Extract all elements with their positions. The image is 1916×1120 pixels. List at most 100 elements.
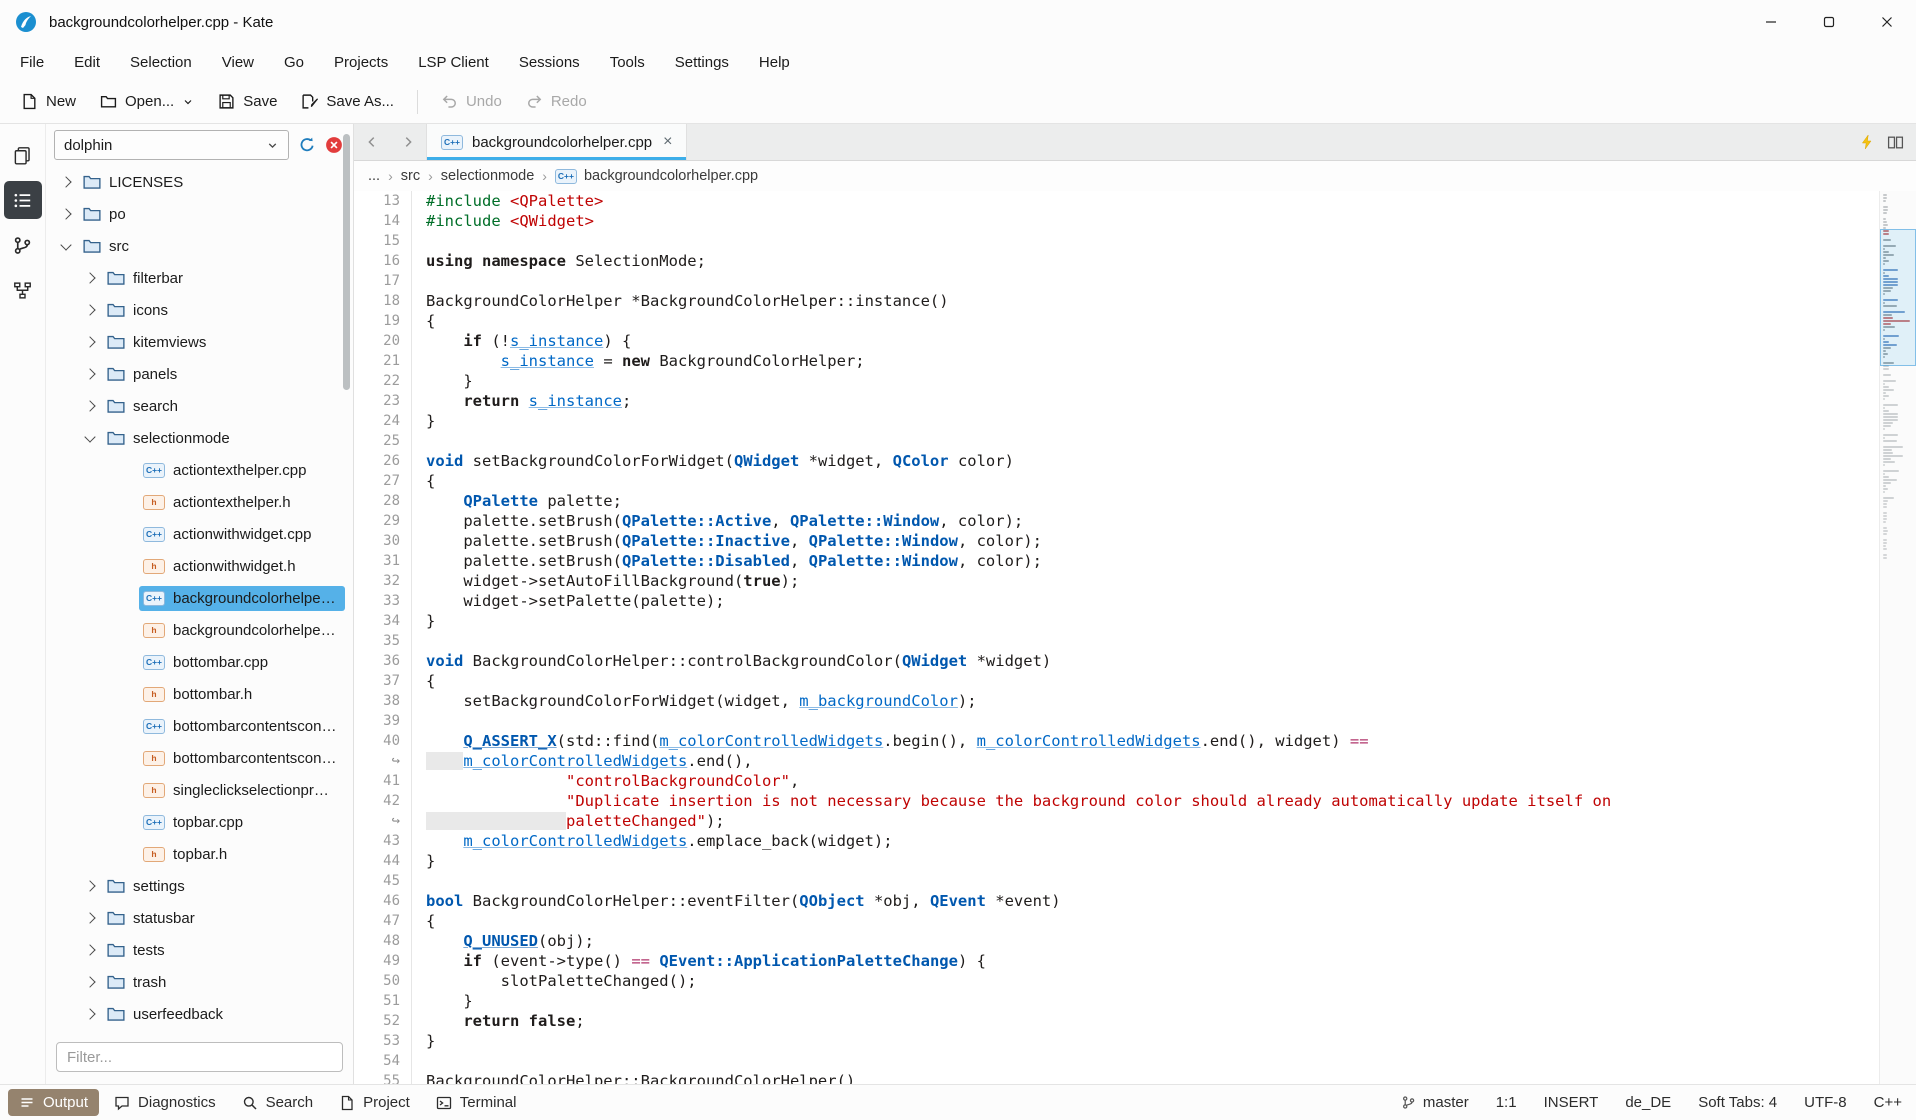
code-line[interactable]: 41 "controlBackgroundColor", [354,771,1879,791]
code-line[interactable]: 16using namespace SelectionMode; [354,251,1879,271]
tree-item[interactable]: userfeedback [46,998,353,1030]
menu-sessions[interactable]: Sessions [519,54,580,71]
code-line[interactable]: 48 Q_UNUSED(obj); [354,931,1879,951]
menu-help[interactable]: Help [759,54,790,71]
code-line[interactable]: 22 } [354,371,1879,391]
code-line[interactable]: 14#include <QWidget> [354,211,1879,231]
code-line[interactable]: 23 return s_instance; [354,391,1879,411]
code-line[interactable]: 18BackgroundColorHelper *BackgroundColor… [354,291,1879,311]
statusbar-terminal-button[interactable]: Terminal [425,1089,528,1116]
tree-item[interactable]: selectionmode [46,422,353,454]
code-line[interactable]: 29 palette.setBrush(QPalette::Active, QP… [354,511,1879,531]
tree-item[interactable]: htopbar.h [46,838,353,870]
redo-button[interactable]: Redo [515,87,598,116]
sidebar-button-symbol-outline[interactable] [4,271,42,309]
tree-item[interactable]: hactionwithwidget.h [46,550,353,582]
code-line[interactable]: 45 [354,871,1879,891]
tree-item[interactable]: tests [46,934,353,966]
menu-projects[interactable]: Projects [334,54,388,71]
tree-item[interactable]: hbackgroundcolorhelper.h [46,614,353,646]
tree-item[interactable]: C++bottombarcontentscont... [46,710,353,742]
code-line[interactable]: 49 if (event->type() == QEvent::Applicat… [354,951,1879,971]
menu-edit[interactable]: Edit [74,54,100,71]
breadcrumb-item[interactable]: C++backgroundcolorhelper.cpp [555,168,758,184]
code-line[interactable]: 32 widget->setAutoFillBackground(true); [354,571,1879,591]
menu-file[interactable]: File [20,54,44,71]
code-line[interactable]: 37{ [354,671,1879,691]
tree-item[interactable]: LICENSES [46,166,353,198]
sidebar-button-documents[interactable] [4,136,42,174]
sidebar-button-git[interactable] [4,226,42,264]
tree-item[interactable]: C++bottombar.cpp [46,646,353,678]
close-project-button[interactable] [325,136,343,154]
statusbar-encoding[interactable]: UTF-8 [1804,1094,1847,1111]
tree-item[interactable]: statusbar [46,902,353,934]
statusbar-cursor-position[interactable]: 1:1 [1496,1094,1517,1111]
statusbar-tab-mode[interactable]: Soft Tabs: 4 [1698,1094,1777,1111]
code-line[interactable]: 33 widget->setPalette(palette); [354,591,1879,611]
code-line[interactable]: 26void setBackgroundColorForWidget(QWidg… [354,451,1879,471]
breadcrumb-item[interactable]: selectionmode [441,168,535,184]
tab-backgroundcolorhelper[interactable]: C++ backgroundcolorhelper.cpp × [426,124,687,160]
new-button[interactable]: New [10,87,87,116]
tree-item[interactable]: trash [46,966,353,998]
undo-button[interactable]: Undo [430,87,513,116]
statusbar-syntax-mode[interactable]: C++ [1874,1094,1902,1111]
tree-item[interactable]: settings [46,870,353,902]
code-line[interactable]: 36void BackgroundColorHelper::controlBac… [354,651,1879,671]
code-line[interactable]: 34} [354,611,1879,631]
menu-tools[interactable]: Tools [610,54,645,71]
code-line[interactable]: 46bool BackgroundColorHelper::eventFilte… [354,891,1879,911]
statusbar-output-button[interactable]: Output [8,1089,99,1116]
code-line[interactable]: 42 "Duplicate insertion is not necessary… [354,791,1879,811]
tree-item[interactable]: src [46,230,353,262]
code-line[interactable]: 40 Q_ASSERT_X(std::find(m_colorControlle… [354,731,1879,751]
project-selector-combobox[interactable]: dolphin [54,130,289,160]
statusbar-input-mode[interactable]: INSERT [1544,1094,1599,1111]
code-line[interactable]: 39 [354,711,1879,731]
breadcrumb-item[interactable]: ... [368,168,380,184]
code-line[interactable]: 28 QPalette palette; [354,491,1879,511]
breadcrumb-item[interactable]: src [401,168,420,184]
tree-item[interactable]: search [46,390,353,422]
tree-item[interactable]: filterbar [46,262,353,294]
code-line[interactable]: 24} [354,411,1879,431]
tree-item[interactable]: icons [46,294,353,326]
tree-item[interactable]: C++actionwithwidget.cpp [46,518,353,550]
code-view[interactable]: 13#include <QPalette>14#include <QWidget… [354,191,1879,1084]
code-line[interactable]: 53} [354,1031,1879,1051]
tree-item[interactable]: C++backgroundcolorhelper.c... [46,582,353,614]
code-line[interactable]: 17 [354,271,1879,291]
statusbar-dictionary[interactable]: de_DE [1625,1094,1671,1111]
code-line[interactable]: 21 s_instance = new BackgroundColorHelpe… [354,351,1879,371]
minimize-button[interactable] [1742,0,1800,44]
code-line[interactable]: 51 } [354,991,1879,1011]
code-line[interactable]: 20 if (!s_instance) { [354,331,1879,351]
statusbar-project-button[interactable]: Project [328,1089,421,1116]
code-line[interactable]: 47{ [354,911,1879,931]
code-line[interactable]: 30 palette.setBrush(QPalette::Inactive, … [354,531,1879,551]
tree-scrollbar[interactable] [343,134,350,390]
code-line[interactable]: 50 slotPaletteChanged(); [354,971,1879,991]
tree-item[interactable]: hbottombar.h [46,678,353,710]
reload-project-button[interactable] [298,136,316,154]
save-button[interactable]: Save [207,87,288,116]
close-button[interactable] [1858,0,1916,44]
tree-item[interactable]: panels [46,358,353,390]
split-view-icon[interactable] [1887,134,1904,151]
code-line[interactable]: 43 m_colorControlledWidgets.emplace_back… [354,831,1879,851]
minimap[interactable] [1879,191,1916,1084]
open-button[interactable]: Open... [89,87,205,116]
tree-item[interactable]: C++actiontexthelper.cpp [46,454,353,486]
save-as-button[interactable]: Save As... [290,87,405,116]
code-line[interactable]: 52 return false; [354,1011,1879,1031]
code-line[interactable]: 55BackgroundColorHelper::BackgroundColor… [354,1071,1879,1084]
code-line[interactable]: 54 [354,1051,1879,1071]
project-filter-input[interactable] [56,1042,343,1072]
minimap-viewport[interactable] [1880,229,1916,366]
statusbar-diagnostics-button[interactable]: Diagnostics [103,1089,227,1116]
menu-go[interactable]: Go [284,54,304,71]
menu-lsp-client[interactable]: LSP Client [418,54,489,71]
tree-item[interactable]: po [46,198,353,230]
code-line[interactable]: ↪ m_colorControlledWidgets.end(), [354,751,1879,771]
